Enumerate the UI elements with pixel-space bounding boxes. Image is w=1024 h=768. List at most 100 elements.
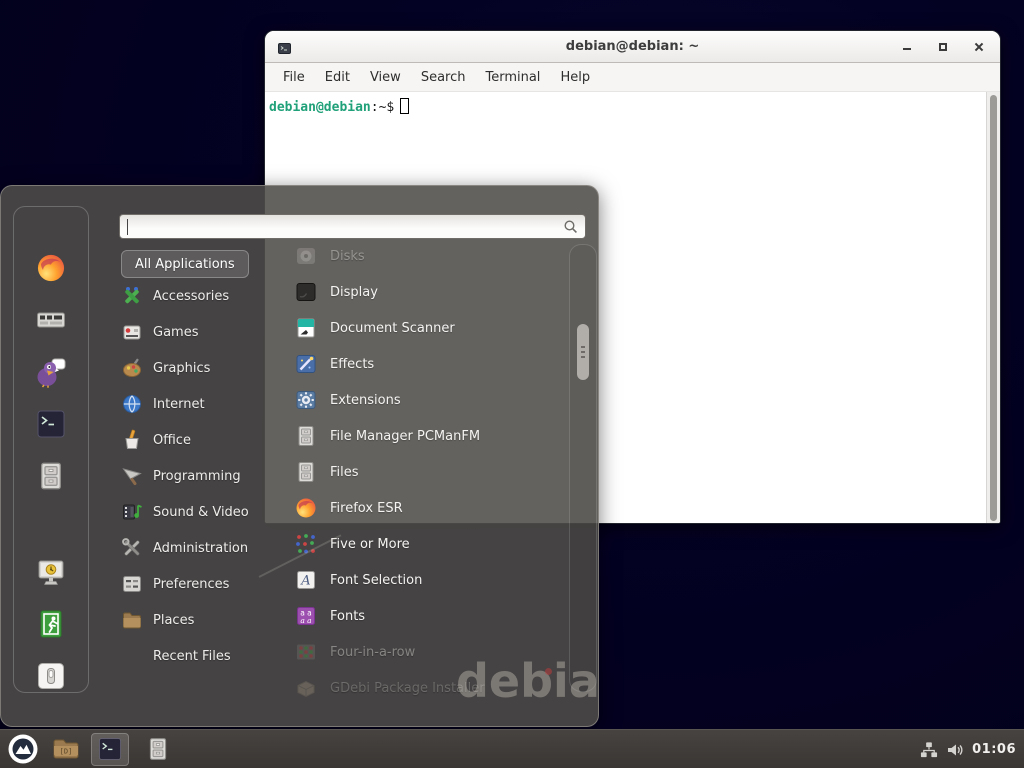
menu-terminal[interactable]: Terminal bbox=[475, 70, 550, 85]
category-places[interactable]: Places bbox=[121, 602, 285, 638]
text-caret bbox=[127, 219, 128, 235]
taskbar-folder-icon[interactable]: [D] bbox=[51, 734, 81, 764]
terminal-titlebar[interactable]: debian@debian: ~ bbox=[265, 31, 1000, 63]
logout-icon[interactable] bbox=[35, 608, 67, 640]
category-label: Office bbox=[153, 433, 191, 448]
app-gdebi-package-installer[interactable]: GDebi Package Installer bbox=[286, 670, 568, 706]
app-extensions[interactable]: Extensions bbox=[286, 382, 568, 418]
app-list-scrollbar[interactable] bbox=[569, 244, 597, 692]
display-icon bbox=[294, 280, 318, 304]
sound-video-icon bbox=[121, 501, 143, 523]
taskbar-files-window-button[interactable] bbox=[139, 733, 177, 766]
category-internet[interactable]: Internet bbox=[121, 386, 285, 422]
four-in-a-row-icon bbox=[294, 640, 318, 664]
app-file-manager-pcmanfm[interactable]: File Manager PCManFM bbox=[286, 418, 568, 454]
graphics-icon bbox=[121, 357, 143, 379]
app-disks[interactable]: Disks bbox=[286, 238, 568, 274]
menu-file[interactable]: File bbox=[273, 70, 315, 85]
document-scanner-icon bbox=[294, 316, 318, 340]
clock[interactable]: 01:06 bbox=[972, 742, 1016, 757]
quit-switch-icon[interactable] bbox=[35, 660, 67, 692]
taskbar-terminal-window-button[interactable] bbox=[91, 733, 129, 766]
category-label: Sound & Video bbox=[153, 505, 249, 520]
category-label: Preferences bbox=[153, 577, 229, 592]
file-cabinet-icon bbox=[294, 460, 318, 484]
font-selection-icon: A bbox=[294, 568, 318, 592]
category-label: Games bbox=[153, 325, 198, 340]
category-label: Graphics bbox=[153, 361, 210, 376]
effects-icon bbox=[294, 352, 318, 376]
menu-help[interactable]: Help bbox=[550, 70, 600, 85]
search-input[interactable] bbox=[119, 214, 586, 239]
category-all-applications[interactable]: All Applications bbox=[121, 250, 249, 278]
app-five-or-more[interactable]: Five or More bbox=[286, 526, 568, 562]
app-label: Document Scanner bbox=[330, 321, 455, 336]
games-icon bbox=[121, 321, 143, 343]
app-display[interactable]: Display bbox=[286, 274, 568, 310]
svg-text:A: A bbox=[300, 574, 310, 589]
category-label: Places bbox=[153, 613, 194, 628]
application-menu: All Applications Accessories Games Graph… bbox=[0, 185, 599, 727]
category-administration[interactable]: Administration bbox=[121, 530, 285, 566]
app-label: Font Selection bbox=[330, 573, 422, 588]
category-sound-video[interactable]: Sound & Video bbox=[121, 494, 285, 530]
disks-icon bbox=[294, 244, 318, 268]
app-font-selection[interactable]: A Font Selection bbox=[286, 562, 568, 598]
terminal-scrollbar[interactable] bbox=[986, 92, 1000, 524]
close-button[interactable] bbox=[972, 40, 986, 54]
category-recent-files[interactable]: Recent Files bbox=[121, 638, 285, 674]
software-keyboard-icon[interactable] bbox=[35, 304, 67, 336]
app-list-scrollbar-thumb[interactable] bbox=[577, 324, 589, 380]
app-label: Fonts bbox=[330, 609, 365, 624]
fonts-icon: a aa a bbox=[294, 604, 318, 628]
category-games[interactable]: Games bbox=[121, 314, 285, 350]
taskbar-files-icon bbox=[145, 736, 171, 762]
app-label: Display bbox=[330, 285, 378, 300]
category-label: Accessories bbox=[153, 289, 229, 304]
terminal-menubar: File Edit View Search Terminal Help bbox=[265, 63, 1000, 92]
minimize-button[interactable] bbox=[900, 40, 914, 54]
category-label: All Applications bbox=[135, 257, 235, 272]
menu-search[interactable]: Search bbox=[411, 70, 476, 85]
app-firefox-esr[interactable]: Firefox ESR bbox=[286, 490, 568, 526]
menu-button[interactable] bbox=[7, 733, 39, 765]
gdebi-package-icon bbox=[294, 676, 318, 700]
files-favorite-icon[interactable] bbox=[35, 460, 67, 492]
accessories-icon bbox=[121, 285, 143, 307]
category-label: Administration bbox=[153, 541, 248, 556]
app-document-scanner[interactable]: Document Scanner bbox=[286, 310, 568, 346]
terminal-scrollbar-thumb[interactable] bbox=[990, 95, 997, 521]
category-accessories[interactable]: Accessories bbox=[121, 278, 285, 314]
app-label: Disks bbox=[330, 249, 365, 264]
desktop: debian@debian: ~ File Edit View Search T… bbox=[0, 0, 1024, 768]
app-files[interactable]: Files bbox=[286, 454, 568, 490]
pidgin-icon[interactable] bbox=[35, 356, 67, 388]
app-effects[interactable]: Effects bbox=[286, 346, 568, 382]
places-folder-icon bbox=[121, 609, 143, 631]
category-label: Programming bbox=[153, 469, 241, 484]
screensaver-lock-icon[interactable] bbox=[35, 556, 67, 588]
app-label: GDebi Package Installer bbox=[330, 681, 485, 696]
application-list: Disks Display Document Scanner Effects E… bbox=[286, 238, 568, 706]
app-four-in-a-row[interactable]: Four-in-a-row bbox=[286, 634, 568, 670]
category-programming[interactable]: Programming bbox=[121, 458, 285, 494]
file-cabinet-icon bbox=[294, 424, 318, 448]
maximize-button[interactable] bbox=[936, 40, 950, 54]
category-office[interactable]: Office bbox=[121, 422, 285, 458]
terminal-favorite-icon[interactable] bbox=[35, 408, 67, 440]
firefox-icon bbox=[294, 496, 318, 520]
volume-icon[interactable] bbox=[946, 741, 964, 759]
favorites-column bbox=[13, 206, 89, 693]
app-label: File Manager PCManFM bbox=[330, 429, 480, 444]
firefox-favorite-icon[interactable] bbox=[35, 252, 67, 284]
category-graphics[interactable]: Graphics bbox=[121, 350, 285, 386]
menu-view[interactable]: View bbox=[360, 70, 411, 85]
menu-edit[interactable]: Edit bbox=[315, 70, 360, 85]
svg-text:[D]: [D] bbox=[60, 748, 73, 756]
app-fonts[interactable]: a aa a Fonts bbox=[286, 598, 568, 634]
network-icon[interactable] bbox=[920, 741, 938, 759]
app-label: Extensions bbox=[330, 393, 401, 408]
terminal-window-title: debian@debian: ~ bbox=[265, 39, 1000, 54]
category-preferences[interactable]: Preferences bbox=[121, 566, 285, 602]
app-label: Firefox ESR bbox=[330, 501, 403, 516]
